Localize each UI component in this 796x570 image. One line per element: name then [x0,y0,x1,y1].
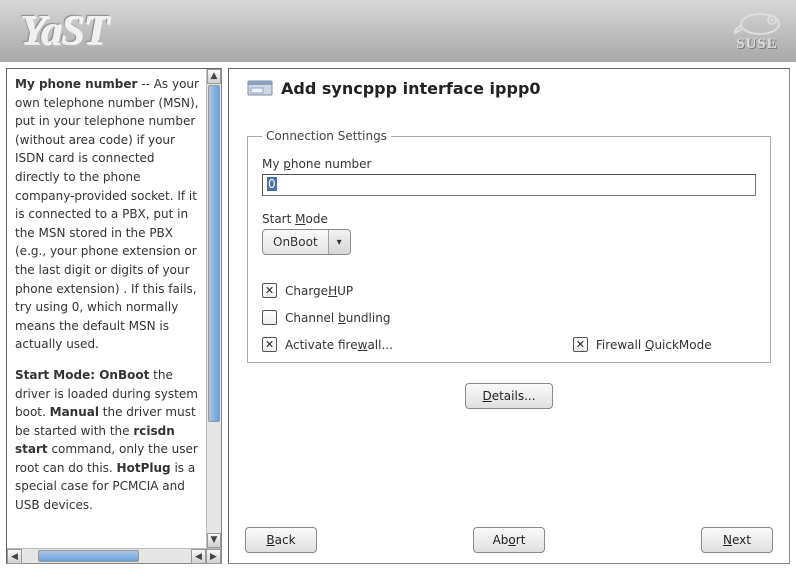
page-title: Add syncppp interface ippp0 [281,79,541,98]
main-panel: Add syncppp interface ippp0 Connection S… [228,68,790,564]
details-button[interactable]: Details... [465,383,552,409]
back-button[interactable]: Back [245,527,317,553]
startmode-value: OnBoot [263,230,328,254]
scroll-right-button-1[interactable]: ◀ [191,549,206,564]
scroll-left-button[interactable]: ◀ [7,549,22,564]
help-lead-2: Start Mode: OnBoot [15,368,149,382]
chargehup-checkbox[interactable]: ✕ [262,283,277,298]
help-scrollbar-vertical[interactable]: ▲ ▼ [206,69,221,548]
next-button[interactable]: Next [701,527,773,553]
help-body-1: -- As your own telephone number (MSN), p… [15,77,199,351]
suse-brand-text: SUSE [730,36,784,53]
help-scrollbar-horizontal[interactable]: ◀ ◀ ▶ [7,548,221,563]
quickmode-checkbox[interactable]: ✕ [573,337,588,352]
help-panel: My phone number -- As your own telephone… [6,68,222,564]
chevron-down-icon: ▾ [328,230,350,254]
scroll-thumb-vertical[interactable] [208,85,220,422]
chargehup-label: ChargeHUP [285,284,353,298]
scroll-up-button[interactable]: ▲ [207,69,221,84]
scroll-thumb-horizontal[interactable] [38,550,139,562]
bundling-label: Channel bundling [285,311,390,325]
bundling-checkbox[interactable] [262,310,277,325]
phone-input[interactable] [262,174,756,196]
chameleon-icon [730,6,784,36]
phone-label: My phone number [262,157,756,171]
app-header: YaST SUSE [0,0,796,62]
quickmode-label: Firewall QuickMode [596,338,712,352]
startmode-dropdown[interactable]: OnBoot ▾ [262,229,351,255]
help-lead-1: My phone number [15,77,137,91]
scroll-down-button[interactable]: ▼ [207,533,221,548]
firewall-label: Activate firewall... [285,338,393,352]
network-card-icon [247,77,273,99]
yast-logo: YaST [20,7,108,55]
wizard-footer: Back Abort Next [245,527,773,553]
suse-logo: SUSE [730,6,784,53]
help-text: My phone number -- As your own telephone… [7,69,221,548]
abort-button[interactable]: Abort [473,527,545,553]
startmode-label: Start Mode [262,212,756,226]
connection-settings-legend: Connection Settings [262,129,391,143]
scroll-right-button-2[interactable]: ▶ [206,549,221,564]
firewall-checkbox[interactable]: ✕ [262,337,277,352]
connection-settings-group: Connection Settings My phone number 0 St… [247,129,771,363]
